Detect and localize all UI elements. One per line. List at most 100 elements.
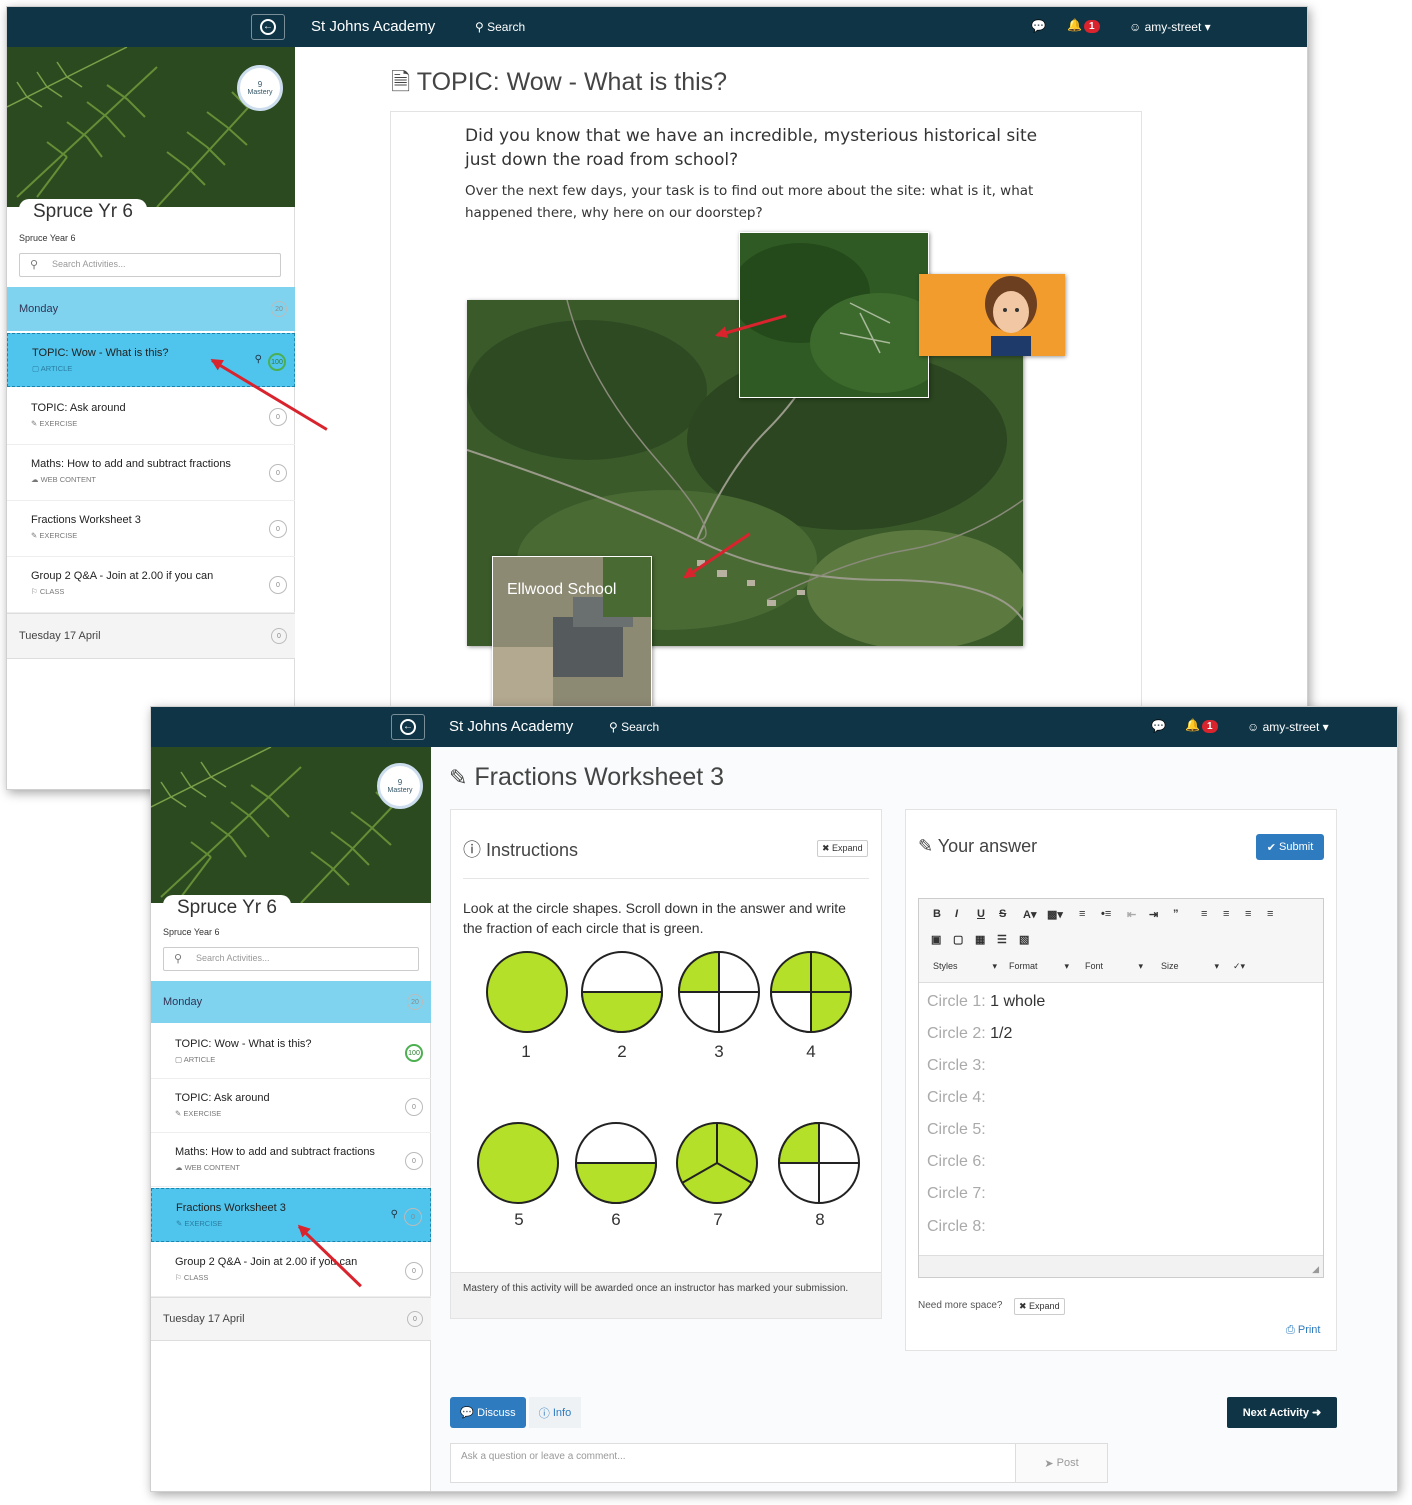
top-navbar: ← St Johns Academy ⚲ Search 💬 🔔 1 ☺ amy-s… bbox=[7, 7, 1307, 47]
chat-icon[interactable]: 💬 bbox=[1151, 719, 1166, 733]
circle-number: 6 bbox=[611, 1210, 621, 1229]
instructions-panel: ⓘ Instructions ✖ Expand Look at the circ… bbox=[450, 809, 882, 1319]
activity-item[interactable]: Fractions Worksheet 3 ✎ EXERCISE ⚲ 0 bbox=[151, 1188, 431, 1242]
editor-toolbar: B I U S A▾ ▩▾ ≡ •≡ ⇤ ⇥ ” ≡ ≡ ≡ ≡ ▣ ▢ ▦ ☰… bbox=[919, 899, 1323, 983]
align-left-icon[interactable]: ≡ bbox=[1201, 908, 1207, 920]
discuss-tab[interactable]: 💬 Discuss bbox=[450, 1397, 526, 1428]
italic-button[interactable]: I bbox=[955, 908, 958, 920]
numbered-list-icon[interactable]: ≡ bbox=[1079, 908, 1085, 920]
activity-item[interactable]: TOPIC: Ask around ✎ EXERCISE 0 bbox=[151, 1079, 431, 1133]
activity-type: ▢ ARTICLE bbox=[175, 1055, 216, 1064]
location-pin-icon: ⚲ bbox=[390, 1209, 398, 1220]
spellcheck-icon[interactable]: ✓▾ bbox=[1233, 961, 1245, 972]
text-color-button[interactable]: A▾ bbox=[1023, 908, 1036, 921]
source-icon[interactable]: ▧ bbox=[1019, 933, 1029, 946]
top-navbar: ← St Johns Academy ⚲ Search 💬 🔔 1 ☺ amy-s… bbox=[151, 707, 1397, 747]
brand-title[interactable]: St Johns Academy bbox=[449, 718, 573, 735]
window-topic: ← St Johns Academy ⚲ Search 💬 🔔 1 ☺ amy-s… bbox=[6, 6, 1308, 790]
expand-button[interactable]: ✖ Expand bbox=[817, 840, 868, 857]
day-count-badge: 20 bbox=[271, 301, 287, 317]
circle-number: 4 bbox=[806, 1042, 816, 1061]
article-icon: 🗎 bbox=[391, 69, 411, 96]
expand-icon: ✖ bbox=[822, 843, 833, 853]
class-banner-image: 9 Mastery bbox=[151, 747, 431, 903]
activity-item[interactable]: Fractions Worksheet 3 ✎ EXERCISE 0 bbox=[7, 501, 295, 557]
bold-button[interactable]: B bbox=[933, 908, 941, 920]
activity-item[interactable]: Group 2 Q&A - Join at 2.00 if you can ⚐ … bbox=[151, 1243, 431, 1297]
circle-number: 5 bbox=[514, 1210, 524, 1229]
outdent-icon[interactable]: ⇤ bbox=[1127, 908, 1136, 921]
align-right-icon[interactable]: ≡ bbox=[1245, 908, 1251, 920]
sidebar: 9 Mastery Spruce Yr 6 Spruce Year 6 ⚲ Sea… bbox=[151, 747, 431, 1491]
chat-icon[interactable]: 💬 bbox=[1031, 19, 1046, 33]
nav-search[interactable]: ⚲ Search bbox=[609, 720, 659, 734]
activity-search-input[interactable]: ⚲ Search Activities... bbox=[19, 253, 281, 277]
activity-type: ☁ WEB CONTENT bbox=[31, 475, 97, 484]
table-icon[interactable]: ▦ bbox=[975, 933, 985, 946]
user-menu[interactable]: ☺ amy-street ▾ bbox=[1129, 20, 1211, 34]
resize-handle-icon[interactable]: ◢ bbox=[1312, 1264, 1319, 1275]
day-header-monday[interactable]: Monday 20 bbox=[7, 287, 295, 331]
score-badge: 0 bbox=[269, 576, 287, 594]
mastery-note: Mastery of this activity will be awarded… bbox=[451, 1272, 881, 1318]
info-tab[interactable]: ⓘ Info bbox=[529, 1397, 581, 1428]
fraction-circles bbox=[477, 950, 860, 1204]
answer-heading: ✎ Your answer bbox=[918, 836, 1038, 856]
submit-button[interactable]: ✔ Submit bbox=[1256, 834, 1324, 860]
justify-icon[interactable]: ≡ bbox=[1267, 908, 1273, 920]
class-subtitle: Spruce Year 6 bbox=[163, 927, 220, 937]
circle-5-shape bbox=[477, 1122, 559, 1204]
activity-item[interactable]: TOPIC: Wow - What is this? ▢ ARTICLE ⚲ 1… bbox=[7, 333, 295, 387]
activity-type: ✎ EXERCISE bbox=[31, 531, 78, 540]
answer-line: Circle 2: 1/2 bbox=[927, 1025, 1013, 1042]
bg-color-button[interactable]: ▩▾ bbox=[1047, 908, 1063, 921]
day-header-monday[interactable]: Monday 20 bbox=[151, 981, 431, 1023]
next-activity-button[interactable]: Next Activity ➜ bbox=[1227, 1397, 1337, 1428]
info-icon: ⓘ bbox=[463, 840, 481, 860]
blockquote-icon[interactable]: ” bbox=[1173, 908, 1179, 920]
font-dropdown[interactable]: Font ▾ bbox=[1085, 961, 1143, 971]
back-button[interactable]: ← bbox=[251, 14, 285, 40]
user-menu[interactable]: ☺ amy-street ▾ bbox=[1247, 720, 1329, 734]
editor-expand-button[interactable]: ✖ Expand bbox=[1014, 1298, 1065, 1315]
image-icon[interactable]: ▣ bbox=[931, 933, 941, 946]
back-button[interactable]: ← bbox=[391, 714, 425, 740]
post-button[interactable]: ➤ Post bbox=[1016, 1443, 1108, 1483]
activity-item[interactable]: TOPIC: Wow - What is this? ▢ ARTICLE 100 bbox=[151, 1025, 431, 1079]
article-paragraph: Over the next few days, your task is to … bbox=[465, 183, 1034, 221]
circle-number: 3 bbox=[714, 1042, 724, 1061]
score-badge: 0 bbox=[404, 1208, 422, 1226]
notifications-button[interactable]: 🔔 1 bbox=[1067, 18, 1100, 33]
indent-icon[interactable]: ⇥ bbox=[1149, 908, 1158, 921]
notifications-button[interactable]: 🔔 1 bbox=[1185, 718, 1218, 733]
strike-button[interactable]: S bbox=[999, 908, 1006, 920]
activity-search-input[interactable]: ⚲ Search Activities... bbox=[163, 947, 419, 971]
print-icon: ⎙ bbox=[1286, 1324, 1298, 1336]
activity-item[interactable]: TOPIC: Ask around ✎ EXERCISE 0 bbox=[7, 389, 295, 445]
media-icon[interactable]: ▢ bbox=[953, 933, 963, 946]
align-center-icon[interactable]: ≡ bbox=[1223, 908, 1229, 920]
underline-button[interactable]: U bbox=[977, 908, 985, 920]
send-icon: ➤ bbox=[1044, 1457, 1057, 1470]
search-icon: ⚲ bbox=[609, 720, 622, 734]
comment-input[interactable]: Ask a question or leave a comment... bbox=[450, 1443, 1016, 1483]
styles-dropdown[interactable]: Styles ▾ bbox=[933, 961, 997, 971]
print-link[interactable]: ⎙ Print bbox=[1286, 1324, 1320, 1337]
rich-text-editor: B I U S A▾ ▩▾ ≡ •≡ ⇤ ⇥ ” ≡ ≡ ≡ ≡ ▣ ▢ ▦ ☰… bbox=[918, 898, 1324, 1278]
score-badge: 0 bbox=[405, 1152, 423, 1170]
nav-search[interactable]: ⚲ Search bbox=[475, 20, 525, 34]
format-dropdown[interactable]: Format ▾ bbox=[1009, 961, 1069, 971]
day-count-badge: 0 bbox=[271, 628, 287, 644]
brand-title[interactable]: St Johns Academy bbox=[311, 18, 435, 35]
activity-item[interactable]: Maths: How to add and subtract fractions… bbox=[151, 1133, 431, 1187]
activity-item[interactable]: Maths: How to add and subtract fractions… bbox=[7, 445, 295, 501]
day-header-tuesday[interactable]: Tuesday 17 April 0 bbox=[151, 1297, 431, 1341]
editor-content[interactable]: Circle 1: 1 whole Circle 2: 1/2 Circle 3… bbox=[919, 983, 1323, 1255]
activity-item[interactable]: Group 2 Q&A - Join at 2.00 if you can ⚐ … bbox=[7, 557, 295, 613]
instructions-text: Look at the circle shapes. Scroll down i… bbox=[463, 900, 846, 936]
hr-icon[interactable]: ☰ bbox=[997, 933, 1007, 946]
size-dropdown[interactable]: Size ▾ bbox=[1161, 961, 1219, 971]
day-header-tuesday[interactable]: Tuesday 17 April 0 bbox=[7, 613, 295, 659]
bullet-list-icon[interactable]: •≡ bbox=[1101, 908, 1111, 920]
circle-number: 7 bbox=[713, 1210, 723, 1229]
